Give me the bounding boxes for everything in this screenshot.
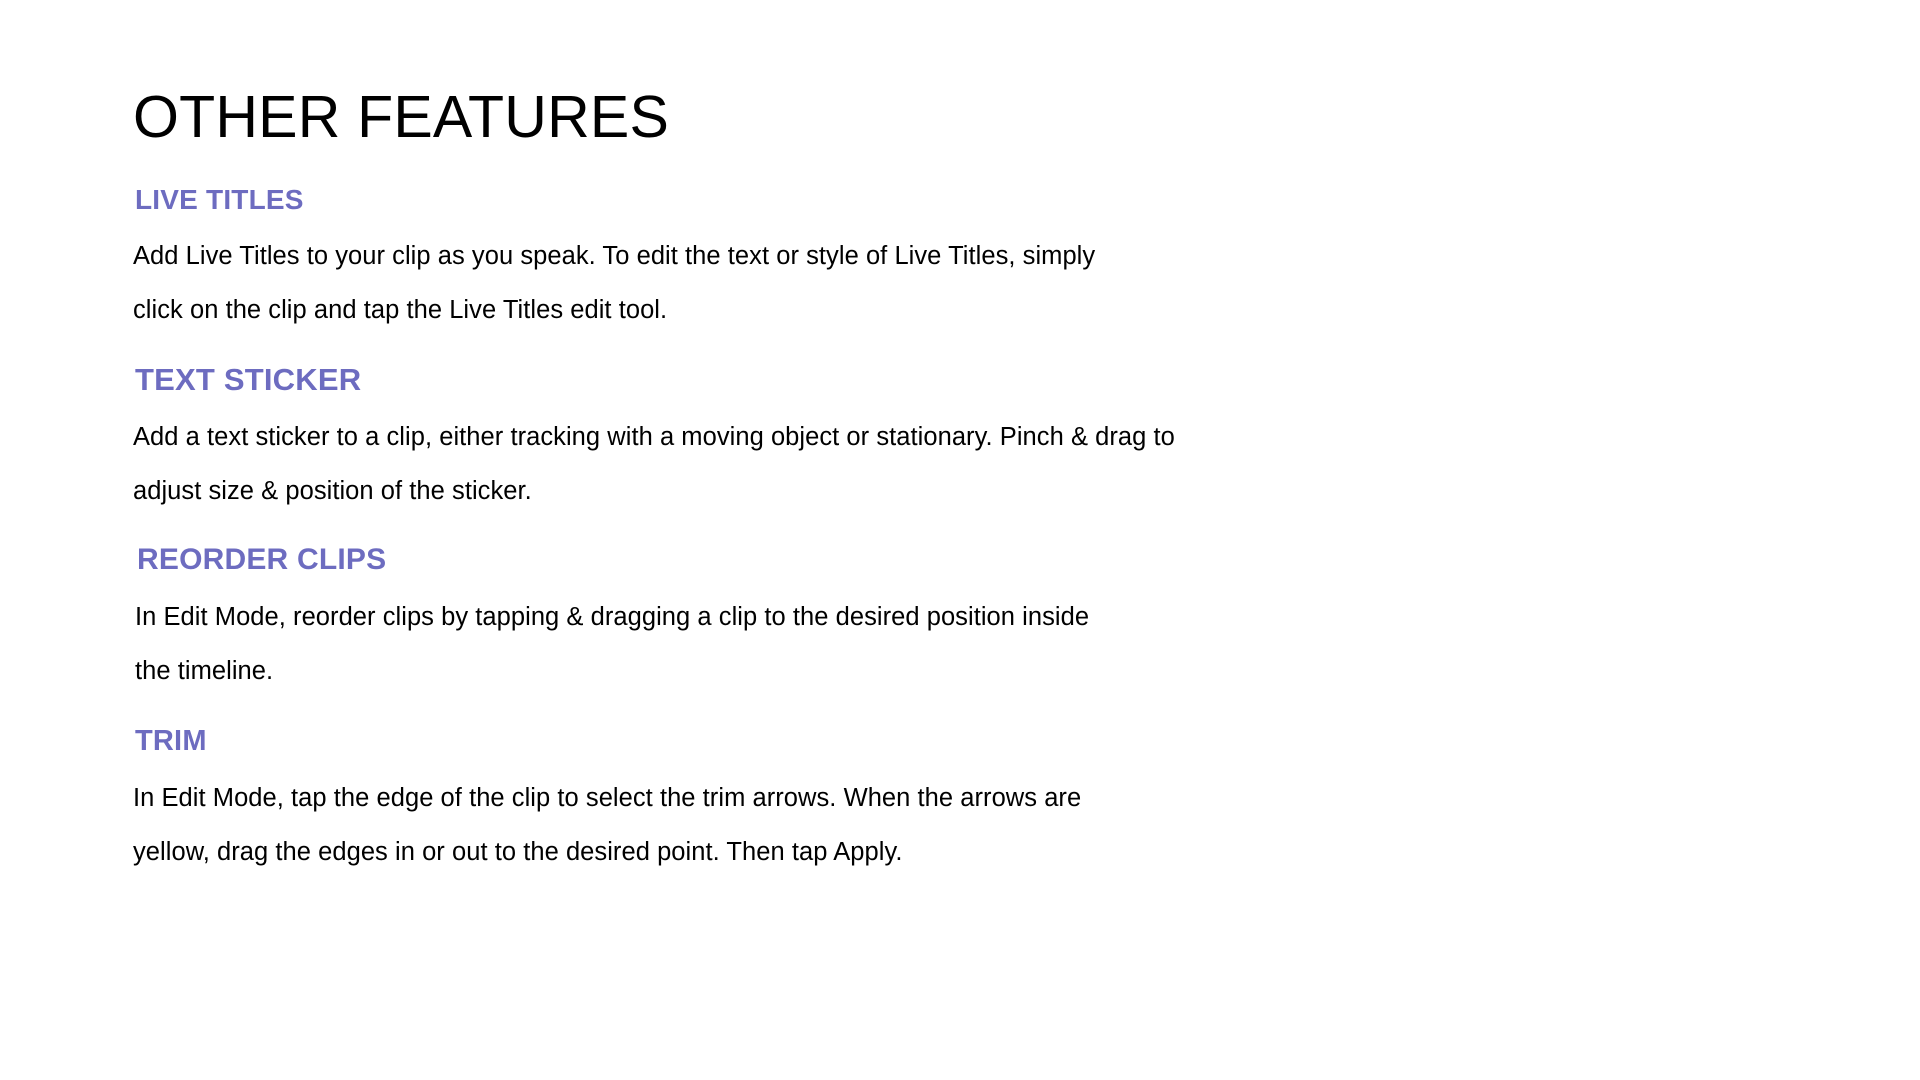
- section-body-live-titles: Add Live Titles to your clip as you spea…: [133, 241, 1096, 324]
- section-reorder-clips: REORDER CLIPS In Edit Mode, reorder clip…: [133, 542, 1233, 698]
- section-live-titles: LIVE TITLES Add Live Titles to your clip…: [133, 183, 1233, 337]
- section-body-reorder-clips: In Edit Mode, reorder clips by tapping &…: [135, 602, 1090, 685]
- section-body-trim: In Edit Mode, tap the edge of the clip t…: [133, 783, 1082, 866]
- section-body-text-sticker: Add a text sticker to a clip, either tra…: [133, 422, 1175, 505]
- section-heading-reorder-clips: REORDER CLIPS: [137, 542, 387, 576]
- section-heading-text-sticker: TEXT STICKER: [135, 361, 362, 397]
- section-trim: TRIM In Edit Mode, tap the edge of the c…: [133, 724, 1233, 879]
- slide-canvas: OTHER FEATURES LIVE TITLES Add Live Titl…: [0, 0, 1920, 1080]
- page-title: OTHER FEATURES: [133, 84, 670, 150]
- section-heading-live-titles: LIVE TITLES: [135, 184, 304, 216]
- slide-content: OTHER FEATURES LIVE TITLES Add Live Titl…: [133, 84, 1233, 879]
- section-heading-trim: TRIM: [135, 724, 207, 757]
- section-text-sticker: TEXT STICKER Add a text sticker to a cli…: [133, 361, 1233, 518]
